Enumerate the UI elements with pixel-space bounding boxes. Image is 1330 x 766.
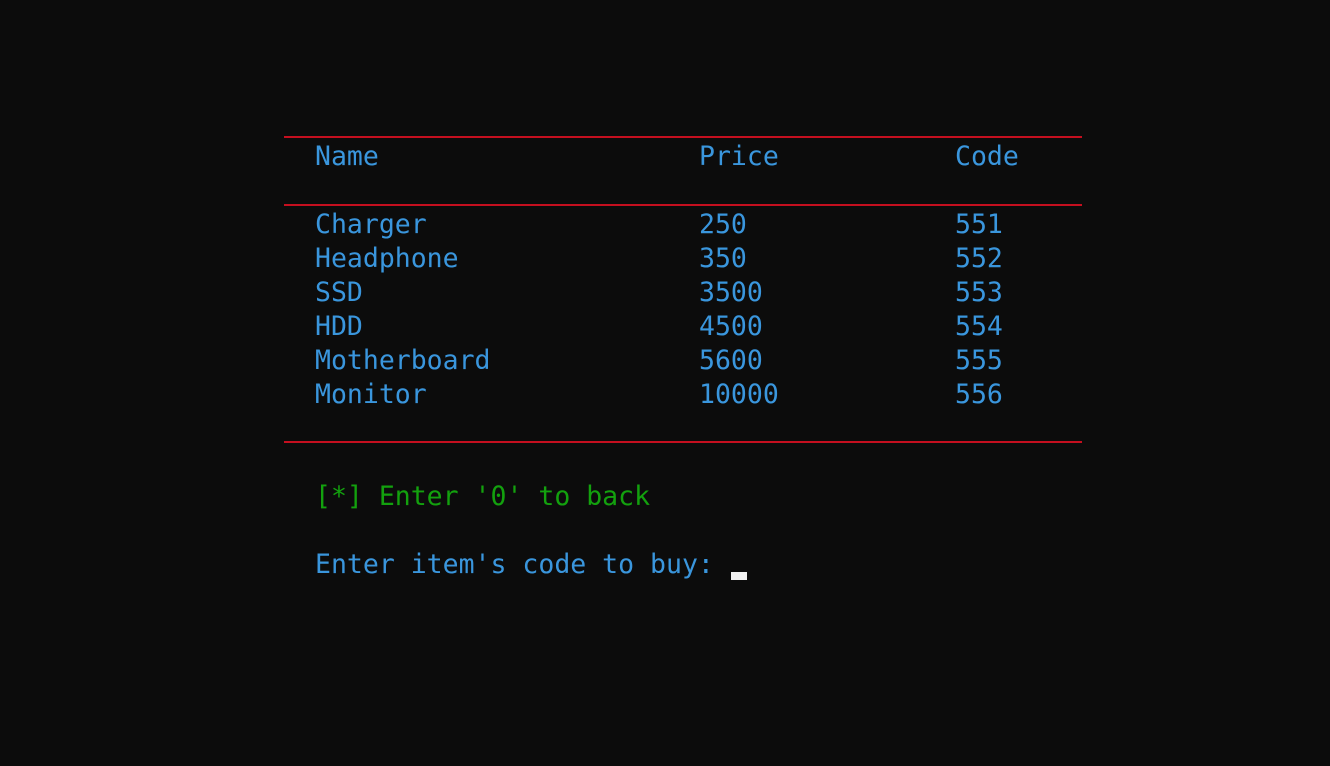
row-name: HDD: [315, 311, 363, 342]
row-price: 350: [699, 243, 747, 274]
row-code: 555: [955, 345, 1003, 376]
row-name: Charger: [315, 209, 427, 240]
back-hint: [*] Enter '0' to back: [315, 481, 651, 512]
row-price: 5600: [699, 345, 763, 376]
row-code: 556: [955, 379, 1003, 410]
row-code: 553: [955, 277, 1003, 308]
item-code-input[interactable]: [731, 548, 851, 582]
row-price: 10000: [699, 379, 779, 410]
row-code: 554: [955, 311, 1003, 342]
row-price: 250: [699, 209, 747, 240]
row-code: 552: [955, 243, 1003, 274]
row-price: 4500: [699, 311, 763, 342]
header-code: Code: [955, 141, 1019, 172]
row-name: SSD: [315, 277, 363, 308]
row-name: Monitor: [315, 379, 427, 410]
row-name: Headphone: [315, 243, 459, 274]
prompt-label: Enter item's code to buy:: [315, 549, 714, 580]
terminal-window: Name Price Code Charger 250 551 Headphon…: [0, 0, 1330, 766]
row-price: 3500: [699, 277, 763, 308]
header-name: Name: [315, 141, 379, 172]
header-price: Price: [699, 141, 779, 172]
table-top-rule: [284, 136, 1082, 138]
table-bottom-rule: [284, 441, 1082, 443]
prompt-line: Enter item's code to buy:: [315, 548, 714, 582]
row-code: 551: [955, 209, 1003, 240]
row-name: Motherboard: [315, 345, 491, 376]
table-header-rule: [284, 204, 1082, 206]
text-cursor: [731, 572, 747, 580]
